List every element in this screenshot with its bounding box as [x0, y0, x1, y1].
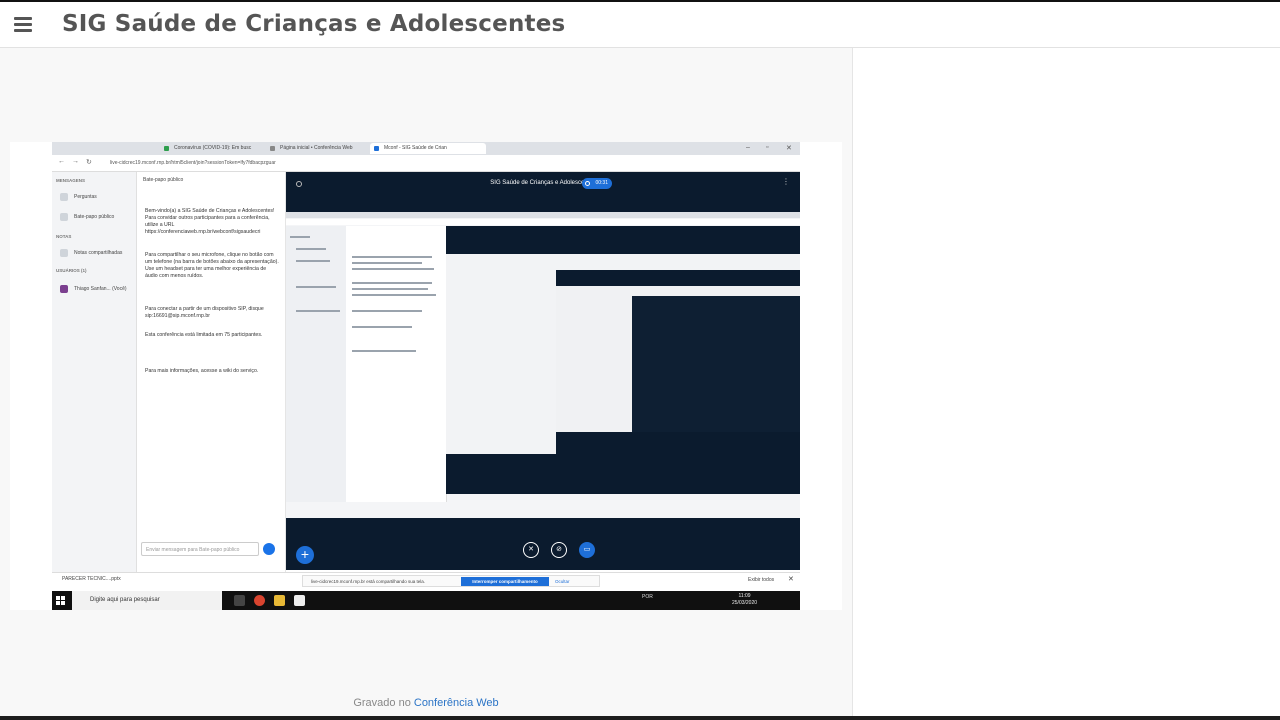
chat-icon: [60, 213, 68, 221]
record-icon: [585, 181, 590, 186]
send-icon: [263, 543, 275, 555]
browser-tab: Coronavírus (COVID-19): Em busc: [160, 143, 260, 154]
recorded-browser-window: Coronavírus (COVID-19): Em busc Página i…: [52, 142, 800, 610]
notes-heading: NOTAS: [56, 234, 72, 239]
user-avatar: [60, 285, 68, 293]
back-arrow-icon: ←: [58, 158, 65, 165]
chat-title: Bate-papo público: [143, 177, 184, 183]
sidebar-item-questions: Perguntas: [60, 192, 97, 202]
conference-sidebar: MENSAGENS Perguntas Bate-papo público NO…: [52, 172, 137, 580]
recording-footer: Gravado no Conferência Web: [0, 697, 852, 709]
browser-tab: Página inicial • Conferência Web: [266, 143, 368, 154]
presentation-controls: ✕ ⊘ ▭: [286, 542, 800, 562]
maximize-icon: ▫: [766, 144, 769, 151]
chat-microphone-message: Para compartilhar o seu microfone, cliqu…: [145, 252, 279, 279]
hide-notice-link: Ocultar: [555, 579, 570, 584]
chat-limit-message: Esta conferência está limitada em 75 par…: [145, 332, 263, 338]
minimize-icon: –: [746, 144, 750, 151]
task-view-icon: [234, 595, 245, 606]
bottom-strip: [0, 716, 1280, 720]
app-icon: [294, 595, 305, 606]
screen-share-icon: ▭: [579, 542, 595, 558]
close-downloads-icon: ✕: [788, 576, 794, 583]
messages-heading: MENSAGENS: [56, 178, 86, 183]
video-off-icon: ⊘: [551, 542, 567, 558]
sidebar-user: Thiago Sanfan... (Você): [60, 284, 127, 294]
top-bar: SIG Saúde de Crianças e Adolescentes: [0, 0, 1280, 48]
browser-address-bar: ← → ↻ live-cidcrec19.mconf.rnp.br/html5c…: [52, 155, 800, 172]
show-all-downloads: Exibir todos: [748, 577, 775, 583]
public-chat-panel: Bate-papo público Bem-vindo(a) a SIG Saú…: [137, 172, 286, 580]
browser-tab-active: Mconf - SIG Saúde de Crian: [370, 143, 486, 154]
url-text: live-cidcrec19.mconf.rnp.br/html5client/…: [110, 160, 276, 166]
sidebar-item-notes: Notas compartilhadas: [60, 248, 122, 258]
shared-screen: [286, 212, 800, 518]
windows-taskbar: Digite aqui para pesquisar POR 11:09 25/…: [52, 591, 800, 610]
chrome-icon: [254, 595, 265, 606]
chat-message-input: Enviar mensagem para Bate-papo público: [141, 542, 259, 556]
presentation-title: SIG Saúde de Crianças e Adolescentes: [490, 180, 596, 186]
download-file: PARECER TECNIC....pptx: [62, 576, 121, 582]
more-options-icon: ⋮: [782, 177, 790, 186]
taskbar-clock: 11:09 25/03/2020: [732, 593, 758, 606]
reload-icon: ↻: [86, 159, 92, 166]
downloads-bar: PARECER TECNIC....pptx live-cidcrec19.mc…: [52, 572, 800, 589]
sidebar-item-public-chat: Bate-papo público: [60, 212, 114, 222]
footer-prefix: Gravado no: [353, 697, 411, 709]
chat-info-message: Para mais informações, acesse a wiki do …: [145, 368, 259, 374]
forward-arrow-icon: →: [72, 158, 79, 165]
hamburger-menu-icon[interactable]: [12, 14, 34, 36]
hand-icon: [60, 193, 68, 201]
notes-icon: [60, 249, 68, 257]
users-heading: USUÁRIOS (1): [56, 268, 87, 273]
mute-audio-icon: ✕: [523, 542, 539, 558]
side-panel: [852, 48, 1280, 716]
system-tray: POR: [642, 594, 653, 600]
close-icon: ✕: [786, 145, 792, 152]
chat-welcome-message: Bem-vindo(a) a SIG Saúde de Crianças e A…: [145, 208, 275, 235]
page-title: SIG Saúde de Crianças e Adolescentes: [62, 11, 566, 37]
recording-video[interactable]: Coronavírus (COVID-19): Em busc Página i…: [10, 142, 842, 610]
recording-timer: 00:31: [582, 178, 612, 189]
screen-share-notice: live-cidcrec19.mconf.rnp.br está compart…: [302, 575, 600, 587]
top-accent-line: [0, 0, 1280, 2]
chat-sip-message: Para conectar a partir de um dispositivo…: [145, 306, 264, 319]
browser-tab-bar: Coronavírus (COVID-19): Em busc Página i…: [52, 142, 800, 155]
file-explorer-icon: [274, 595, 285, 606]
windows-start-icon: [56, 596, 65, 605]
stop-sharing-button: Interromper compartilhamento: [461, 577, 549, 586]
taskbar-search: Digite aqui para pesquisar: [72, 591, 222, 610]
presentation-area: SIG Saúde de Crianças e Adolescentes 00:…: [286, 172, 800, 570]
conference-web-link[interactable]: Conferência Web: [414, 697, 499, 709]
